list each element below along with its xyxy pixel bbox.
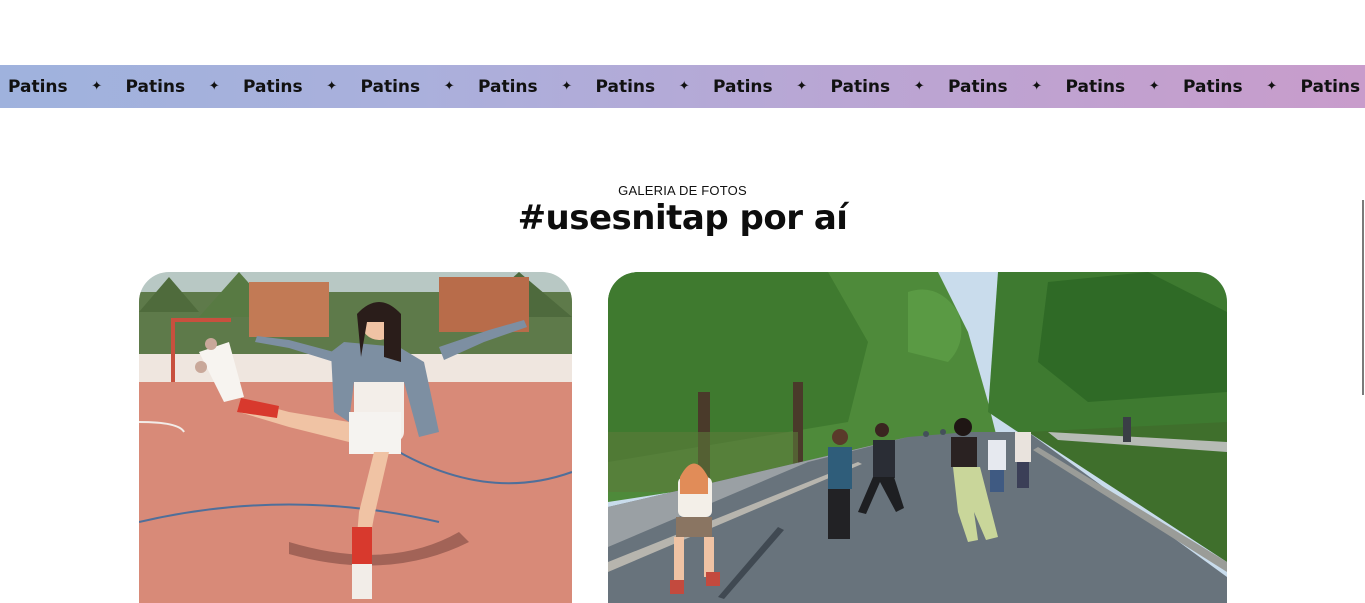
- four-point-star-icon: ✦: [1266, 79, 1278, 94]
- marquee-word[interactable]: Patins: [8, 77, 68, 97]
- four-point-star-icon: ✦: [913, 79, 925, 94]
- four-point-star-icon: ✦: [208, 79, 220, 94]
- marquee-word[interactable]: Patins: [948, 77, 1008, 97]
- four-point-star-icon: ✦: [1148, 79, 1160, 94]
- skaters-park-photo[interactable]: [608, 272, 1227, 603]
- marquee-word[interactable]: Patins: [596, 77, 656, 97]
- four-point-star-icon: ✦: [1031, 79, 1043, 94]
- marquee-word[interactable]: Patins: [1066, 77, 1126, 97]
- page: Patins ✦ Patins ✦ Patins ✦ Patins ✦ Pati…: [0, 0, 1365, 603]
- marquee-word[interactable]: Patins: [1183, 77, 1243, 97]
- marquee-word[interactable]: Patins: [243, 77, 303, 97]
- four-point-star-icon: ✦: [91, 79, 103, 94]
- skater-court-photo[interactable]: [139, 272, 572, 603]
- four-point-star-icon: ✦: [326, 79, 338, 94]
- marquee-word[interactable]: Patins: [478, 77, 538, 97]
- four-point-star-icon: ✦: [561, 79, 573, 94]
- marquee-word[interactable]: Patins: [713, 77, 773, 97]
- marquee-word[interactable]: Patins: [126, 77, 186, 97]
- skaters-park-image: [608, 272, 1227, 603]
- marquee-track: Patins ✦ Patins ✦ Patins ✦ Patins ✦ Pati…: [8, 65, 1361, 108]
- marquee-word[interactable]: Patins: [361, 77, 421, 97]
- four-point-star-icon: ✦: [678, 79, 690, 94]
- skater-court-image: [139, 272, 572, 603]
- gallery-eyebrow: GALERIA DE FOTOS: [618, 183, 747, 198]
- four-point-star-icon: ✦: [796, 79, 808, 94]
- marquee-word[interactable]: Patins: [1301, 77, 1361, 97]
- patins-marquee: Patins ✦ Patins ✦ Patins ✦ Patins ✦ Pati…: [0, 65, 1365, 108]
- page-scrollbar[interactable]: [1362, 200, 1364, 395]
- gallery-title: #usesnitap por aí: [517, 198, 848, 238]
- four-point-star-icon: ✦: [443, 79, 455, 94]
- marquee-word[interactable]: Patins: [831, 77, 891, 97]
